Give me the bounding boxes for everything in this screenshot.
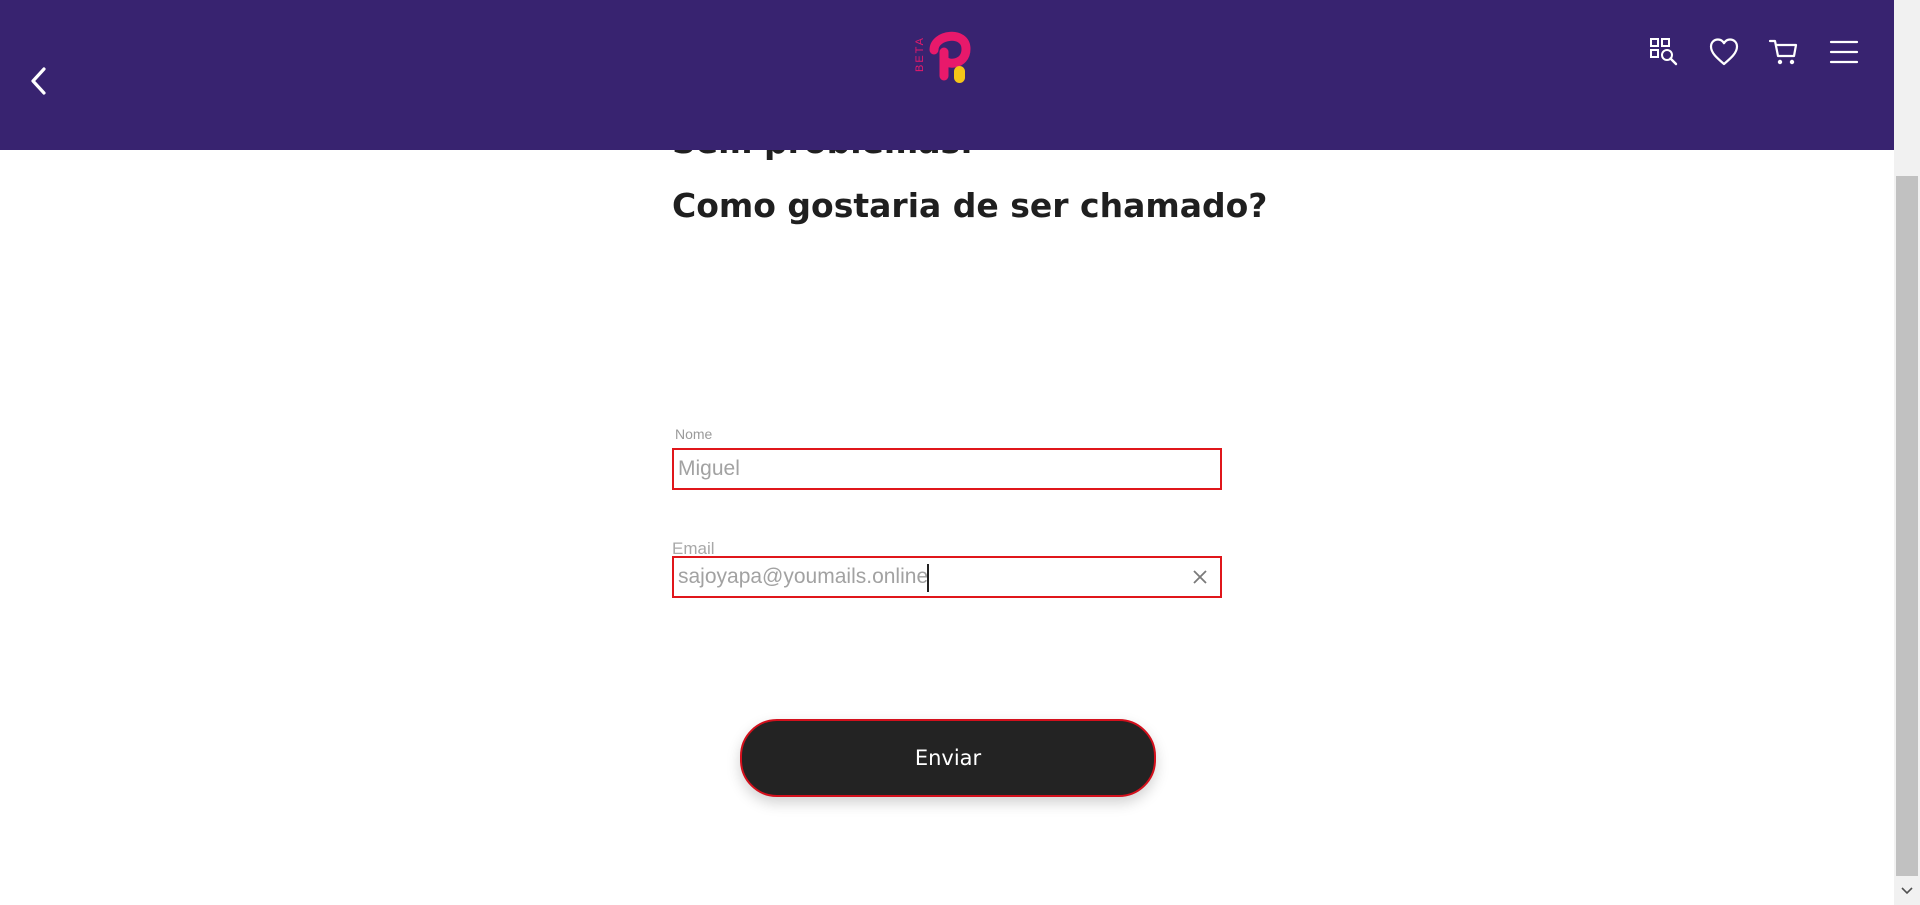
beta-badge: BETA bbox=[914, 36, 926, 72]
back-chevron-icon[interactable] bbox=[26, 64, 52, 98]
clear-input-icon[interactable] bbox=[1190, 567, 1210, 587]
brand-logo: BETA bbox=[914, 31, 971, 83]
text-caret bbox=[927, 564, 929, 592]
name-field[interactable] bbox=[672, 448, 1222, 490]
cart-icon[interactable] bbox=[1768, 36, 1800, 68]
submit-button[interactable]: Enviar bbox=[740, 719, 1156, 797]
top-header: BETA bbox=[0, 0, 1894, 150]
menu-icon[interactable] bbox=[1828, 36, 1860, 68]
name-field-label: Nome bbox=[675, 426, 713, 442]
heart-icon[interactable] bbox=[1708, 36, 1740, 68]
browse-search-icon[interactable] bbox=[1648, 36, 1680, 68]
scroll-down-arrow-icon[interactable] bbox=[1898, 883, 1916, 899]
scrollbar-thumb[interactable] bbox=[1896, 176, 1918, 876]
name-input[interactable] bbox=[678, 450, 1178, 488]
question-heading: Como gostaria de ser chamado? bbox=[672, 186, 1268, 225]
email-field[interactable] bbox=[672, 556, 1222, 598]
